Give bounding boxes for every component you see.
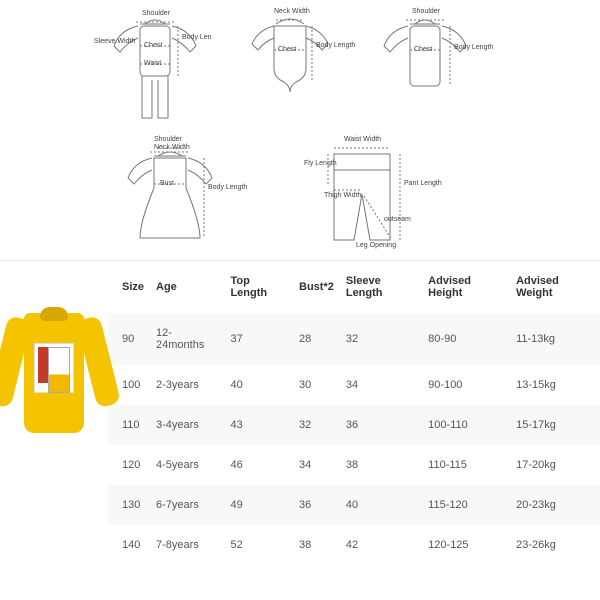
table-header-row: Size Age Top Length Bust*2 Sleeve Length… (108, 261, 600, 313)
table-row: 120 4-5years 46 34 38 110-115 17-20kg (108, 445, 600, 485)
table-row: 140 7-8years 52 38 42 120-125 23-26kg (108, 525, 600, 565)
col-sleeve-length: Sleeve Length (340, 261, 422, 313)
dress-outline-icon (110, 140, 230, 260)
top-outline-icon (370, 10, 480, 110)
onesie-outline-icon (240, 10, 340, 110)
label-neck-width-2: Neck Width (154, 144, 190, 152)
diagram-top: Shoulder Chest Body Length (370, 10, 480, 110)
label-pant-length: Pant Length (404, 180, 442, 188)
col-age: Age (150, 261, 224, 313)
label-outseam: outseam (384, 216, 411, 224)
size-chart-body: 90 12-24months 37 28 32 80-90 11-13kg 10… (108, 313, 600, 565)
col-bust2: Bust*2 (293, 261, 340, 313)
col-advised-weight: Advised Weight (510, 261, 600, 313)
diagram-row-1: Shoulder Sleeve Width Chest Waist Body L… (100, 10, 560, 130)
label-chest: Chest (144, 42, 162, 50)
label-shoulder: Shoulder (142, 10, 170, 18)
col-size: Size (108, 261, 150, 313)
label-body-len: Body Len (182, 34, 212, 42)
col-advised-height: Advised Height (422, 261, 510, 313)
label-waist: Waist (144, 60, 161, 68)
label-body-length: Body Length (316, 42, 355, 50)
col-top-length: Top Length (224, 261, 293, 313)
label-bust: Bust (160, 180, 174, 188)
table-row: 110 3-4years 43 32 36 100-110 15-17kg (108, 405, 600, 445)
label-chest-2: Chest (278, 46, 296, 54)
size-chart-table: Size Age Top Length Bust*2 Sleeve Length… (108, 261, 600, 565)
measurement-diagrams: Shoulder Sleeve Width Chest Waist Body L… (0, 0, 600, 260)
label-thigh-width: Thigh Width (324, 192, 361, 200)
label-shoulder-3: Shoulder (154, 136, 182, 144)
product-image-yellow-sweater (6, 301, 102, 441)
label-fly-length: Fly Length (304, 160, 337, 168)
label-shoulder-2: Shoulder (412, 8, 440, 16)
diagram-pants: Waist Width Fly Length Thigh Width Pant … (300, 140, 440, 260)
label-waist-width: Waist Width (344, 136, 381, 144)
size-table-wrapper: Size Age Top Length Bust*2 Sleeve Length… (108, 261, 600, 565)
label-neck-width: Neck Width (274, 8, 310, 16)
product-photo-column (0, 261, 108, 565)
diagram-row-2: Shoulder Neck Width Bust Body Length Wai… (100, 140, 560, 260)
diagram-onesie: Neck Width Chest Body Length (240, 10, 340, 110)
label-sleeve-width: Sleeve Width (94, 38, 135, 46)
table-row: 130 6-7years 49 36 40 115-120 20-23kg (108, 485, 600, 525)
diagram-dress: Shoulder Neck Width Bust Body Length (110, 140, 230, 260)
label-chest-3: Chest (414, 46, 432, 54)
table-row: 100 2-3years 40 30 34 90-100 13-15kg (108, 365, 600, 405)
jumpsuit-outline-icon (100, 10, 210, 130)
diagram-jumpsuit: Shoulder Sleeve Width Chest Waist Body L… (100, 10, 210, 130)
label-body-length-2: Body Length (454, 44, 493, 52)
label-body-length-3: Body Length (208, 184, 247, 192)
size-chart-section: Size Age Top Length Bust*2 Sleeve Length… (0, 260, 600, 565)
table-row: 90 12-24months 37 28 32 80-90 11-13kg (108, 313, 600, 365)
label-leg-opening: Leg Opening (356, 242, 396, 250)
